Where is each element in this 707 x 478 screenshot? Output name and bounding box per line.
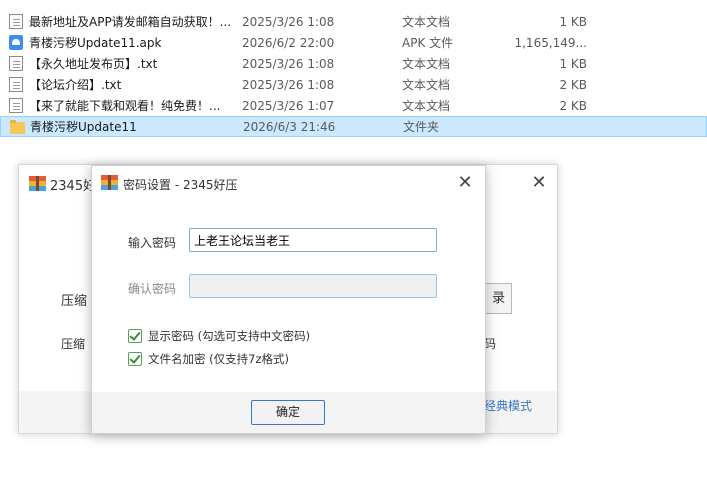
show-password-checkbox[interactable] <box>128 329 142 343</box>
close-icon[interactable]: ✕ <box>453 171 477 195</box>
file-date: 2026/6/2 22:00 <box>242 35 335 50</box>
text-file-icon <box>9 98 23 113</box>
file-size: 1 KB <box>559 14 587 29</box>
dialog-titlebar: 密码设置 - 2345好压 ✕ <box>92 166 485 200</box>
archive-window-title: 2345好 <box>50 179 97 194</box>
file-name: 最新地址及APP请发邮箱自动获取！... <box>29 15 232 29</box>
password-input[interactable] <box>189 228 437 252</box>
password-dialog: 密码设置 - 2345好压 ✕ 输入密码 确认密码 显示密码 (勾选可支持中文密… <box>91 165 486 434</box>
confirm-password-input[interactable] <box>189 274 437 298</box>
encrypt-filenames-option[interactable]: 文件名加密 (仅支持7z格式) <box>128 351 289 367</box>
text-file-icon <box>9 14 23 29</box>
file-date: 2025/3/26 1:08 <box>242 77 335 92</box>
file-size: 1,165,149... <box>514 35 587 50</box>
haozip-app-icon <box>29 176 46 191</box>
file-row[interactable]: 【永久地址发布页】.txt 2025/3/26 1:08 文本文档 1 KB <box>0 53 707 74</box>
haozip-app-icon <box>101 175 118 190</box>
classic-mode-link[interactable]: 经典模式 <box>484 397 532 414</box>
file-size: 2 KB <box>559 98 587 113</box>
text-file-icon <box>9 56 23 71</box>
file-name: 青楼污秽Update11.apk <box>29 36 162 50</box>
file-row[interactable]: 青楼污秽Update11.apk 2026/6/2 22:00 APK 文件 1… <box>0 32 707 53</box>
file-row[interactable]: 最新地址及APP请发邮箱自动获取！... 2025/3/26 1:08 文本文档… <box>0 11 707 32</box>
password-label: 输入密码 <box>128 236 177 250</box>
text-file-icon <box>9 77 23 92</box>
encrypt-filenames-checkbox[interactable] <box>128 352 142 366</box>
apk-file-icon <box>9 35 23 50</box>
file-row[interactable]: 【来了就能下载和观看！纯免费！... 2025/3/26 1:07 文本文档 2… <box>0 95 707 116</box>
file-list: 最新地址及APP请发邮箱自动获取！... 2025/3/26 1:08 文本文档… <box>0 11 707 137</box>
file-name: 【永久地址发布页】.txt <box>29 57 158 71</box>
encrypt-filenames-label: 文件名加密 (仅支持7z格式) <box>148 352 289 366</box>
file-row-selected[interactable]: 青楼污秽Update11 2026/6/3 21:46 文件夹 <box>0 116 707 137</box>
file-date: 2025/3/26 1:07 <box>242 98 335 113</box>
file-date: 2026/6/3 21:46 <box>243 119 336 134</box>
file-date: 2025/3/26 1:08 <box>242 14 335 29</box>
ok-button[interactable]: 确定 <box>251 400 325 425</box>
compress-label: 压缩 <box>61 294 88 309</box>
file-row[interactable]: 【论坛介绍】.txt 2025/3/26 1:08 文本文档 2 KB <box>0 74 707 95</box>
show-password-label: 显示密码 (勾选可支持中文密码) <box>148 329 311 343</box>
folder-icon <box>10 120 25 134</box>
file-size: 2 KB <box>559 77 587 92</box>
file-name: 青楼污秽Update11 <box>30 120 137 134</box>
dialog-title: 密码设置 - 2345好压 <box>123 178 238 192</box>
compress-label-2: 压缩 <box>61 337 86 351</box>
file-type: 文件夹 <box>403 120 440 134</box>
file-date: 2025/3/26 1:08 <box>242 56 335 71</box>
file-name: 【来了就能下载和观看！纯免费！... <box>29 99 221 113</box>
show-password-option[interactable]: 显示密码 (勾选可支持中文密码) <box>128 328 310 344</box>
file-size: 1 KB <box>559 56 587 71</box>
confirm-password-label: 确认密码 <box>128 282 177 296</box>
file-name: 【论坛介绍】.txt <box>29 78 122 92</box>
close-icon[interactable]: ✕ <box>527 171 551 195</box>
